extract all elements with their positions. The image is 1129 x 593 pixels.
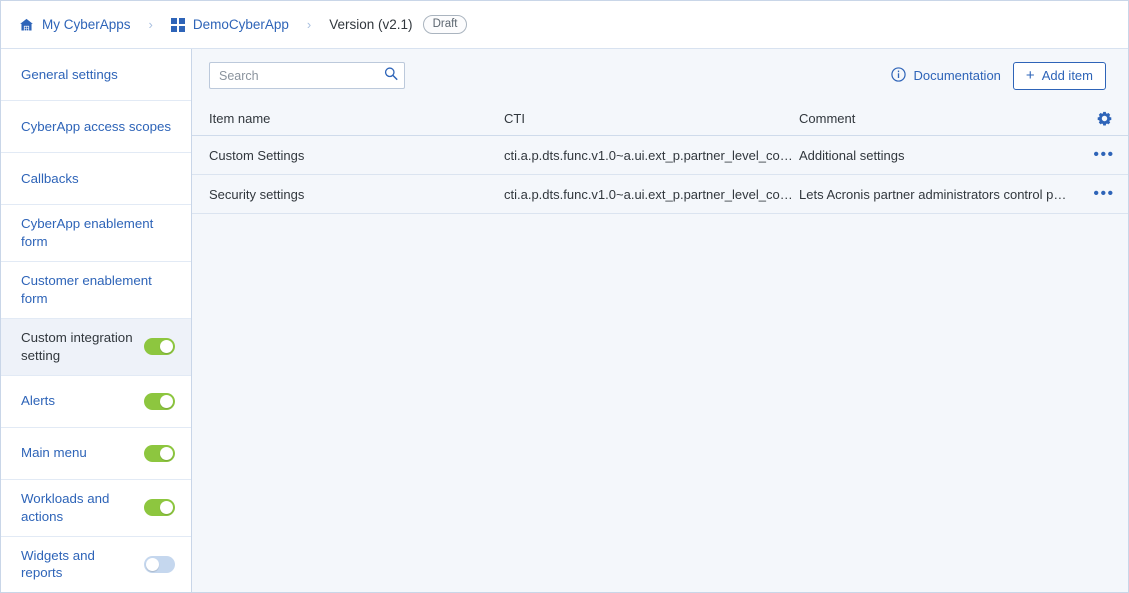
items-table: Item name CTI Comment Custom Settings ct…: [192, 102, 1128, 592]
sidebar-item-cyberapp-enablement-form[interactable]: CyberApp enablement form: [1, 205, 191, 262]
cti-text: cti.a.p.dts.func.v1.0~a.ui.ext_p.partner…: [504, 147, 793, 163]
gear-icon[interactable]: [1097, 111, 1112, 126]
sidebar-item-label: Widgets and reports: [21, 547, 95, 581]
toggle-knob: [146, 557, 159, 571]
column-header-cti[interactable]: CTI: [504, 111, 799, 126]
breadcrumb-separator-2: ›: [306, 17, 312, 32]
sidebar-item-general-settings[interactable]: General settings: [1, 49, 191, 101]
sidebar-item-callbacks[interactable]: Callbacks: [1, 153, 191, 205]
item-name-text: Security settings: [209, 186, 305, 202]
sidebar-item-main-menu[interactable]: Main menu: [1, 428, 191, 480]
status-badge: Draft: [422, 15, 468, 34]
search-box[interactable]: [209, 62, 405, 89]
sidebar-toggle-widgets-and-reports[interactable]: [144, 555, 175, 573]
table-empty-space: [192, 214, 1128, 592]
cell-item-name: Custom Settings: [209, 148, 504, 163]
table-row[interactable]: Security settings cti.a.p.dts.func.v1.0~…: [192, 175, 1128, 214]
sidebar-item-alerts[interactable]: Alerts: [1, 376, 191, 428]
table-settings-cell: [1080, 111, 1128, 126]
sidebar-toggle-alerts[interactable]: [144, 392, 175, 410]
breadcrumb-label: My CyberApps: [42, 16, 131, 32]
cell-item-name: Security settings: [209, 187, 504, 202]
comment-text: Additional settings: [799, 147, 905, 163]
sidebar-item-widgets-and-reports[interactable]: Widgets and reports: [1, 537, 191, 593]
sidebar-item-label: Callbacks: [21, 170, 79, 186]
documentation-link[interactable]: Documentation: [891, 66, 1001, 85]
add-item-button[interactable]: + Add item: [1012, 61, 1106, 90]
row-menu-button[interactable]: •••: [1093, 147, 1114, 163]
table-header-row: Item name CTI Comment: [192, 102, 1128, 136]
cell-comment: Additional settings: [799, 148, 1080, 163]
main-content: Documentation + Add item Item name CTI C…: [192, 49, 1128, 592]
breadcrumb-label: DemoCyberApp: [192, 16, 289, 32]
row-menu-button[interactable]: •••: [1093, 186, 1114, 202]
sidebar-item-label: General settings: [21, 66, 118, 82]
breadcrumb: My CyberApps › DemoCyberApp › Version (v…: [1, 1, 1128, 49]
cell-cti: cti.a.p.dts.func.v1.0~a.ui.ext_p.partner…: [504, 148, 799, 163]
item-name-text: Custom Settings: [209, 147, 305, 163]
breadcrumb-item-democyberapp[interactable]: DemoCyberApp: [170, 16, 289, 32]
sidebar-item-label: Custom integration setting: [21, 329, 133, 363]
sidebar-item-cyberapp-access-scopes[interactable]: CyberApp access scopes: [1, 101, 191, 153]
breadcrumb-label: Version (v2.1): [329, 16, 413, 32]
breadcrumb-separator: ›: [148, 17, 153, 32]
sidebar-item-label: Workloads and actions: [21, 490, 110, 524]
sidebar-item-customer-enablement-form[interactable]: Customer enablement form: [1, 262, 191, 319]
toggle-knob: [160, 340, 173, 354]
documentation-label: Documentation: [913, 68, 1001, 83]
table-row[interactable]: Custom Settings cti.a.p.dts.func.v1.0~a.…: [192, 136, 1128, 175]
cell-cti: cti.a.p.dts.func.v1.0~a.ui.ext_p.partner…: [504, 187, 799, 202]
sidebar-item-label: Alerts: [21, 393, 55, 409]
sidebar-toggle-workloads-and-actions[interactable]: [144, 499, 175, 517]
sidebar-item-label: Main menu: [21, 445, 87, 461]
body: General settings CyberApp access scopes …: [1, 49, 1128, 592]
grid-icon: [170, 17, 185, 32]
column-header-comment[interactable]: Comment: [799, 111, 1080, 126]
cti-text: cti.a.p.dts.func.v1.0~a.ui.ext_p.partner…: [504, 186, 793, 202]
sidebar-item-workloads-and-actions[interactable]: Workloads and actions: [1, 480, 191, 537]
breadcrumb-item-my-cyberapps[interactable]: My CyberApps: [19, 18, 131, 32]
info-circle-icon: [891, 66, 907, 85]
toggle-knob: [160, 394, 173, 408]
home-icon: [19, 18, 34, 32]
toggle-knob: [160, 501, 173, 515]
sidebar-item-label: Customer enablement form: [21, 272, 152, 306]
sidebar: General settings CyberApp access scopes …: [1, 49, 192, 592]
column-header-item-name[interactable]: Item name: [209, 111, 504, 126]
breadcrumb-item-version: Version (v2.1): [329, 18, 412, 32]
sidebar-toggle-custom-integration-setting[interactable]: [144, 338, 175, 356]
sidebar-item-custom-integration-setting[interactable]: Custom integration setting: [1, 318, 191, 376]
cell-actions: •••: [1080, 186, 1128, 202]
toolbar: Documentation + Add item: [192, 49, 1128, 102]
sidebar-item-label: CyberApp enablement form: [21, 216, 154, 249]
comment-text: Lets Acronis partner administrators cont…: [799, 186, 1068, 202]
search-input[interactable]: [209, 62, 405, 89]
sidebar-item-label: CyberApp access scopes: [21, 118, 172, 134]
toggle-knob: [160, 446, 173, 460]
plus-icon: +: [1025, 67, 1035, 84]
sidebar-toggle-main-menu[interactable]: [144, 444, 175, 462]
cell-comment: Lets Acronis partner administrators cont…: [799, 187, 1080, 202]
add-item-label: Add item: [1041, 68, 1093, 83]
app-window: My CyberApps › DemoCyberApp › Version (v…: [0, 0, 1129, 593]
cell-actions: •••: [1080, 147, 1128, 163]
